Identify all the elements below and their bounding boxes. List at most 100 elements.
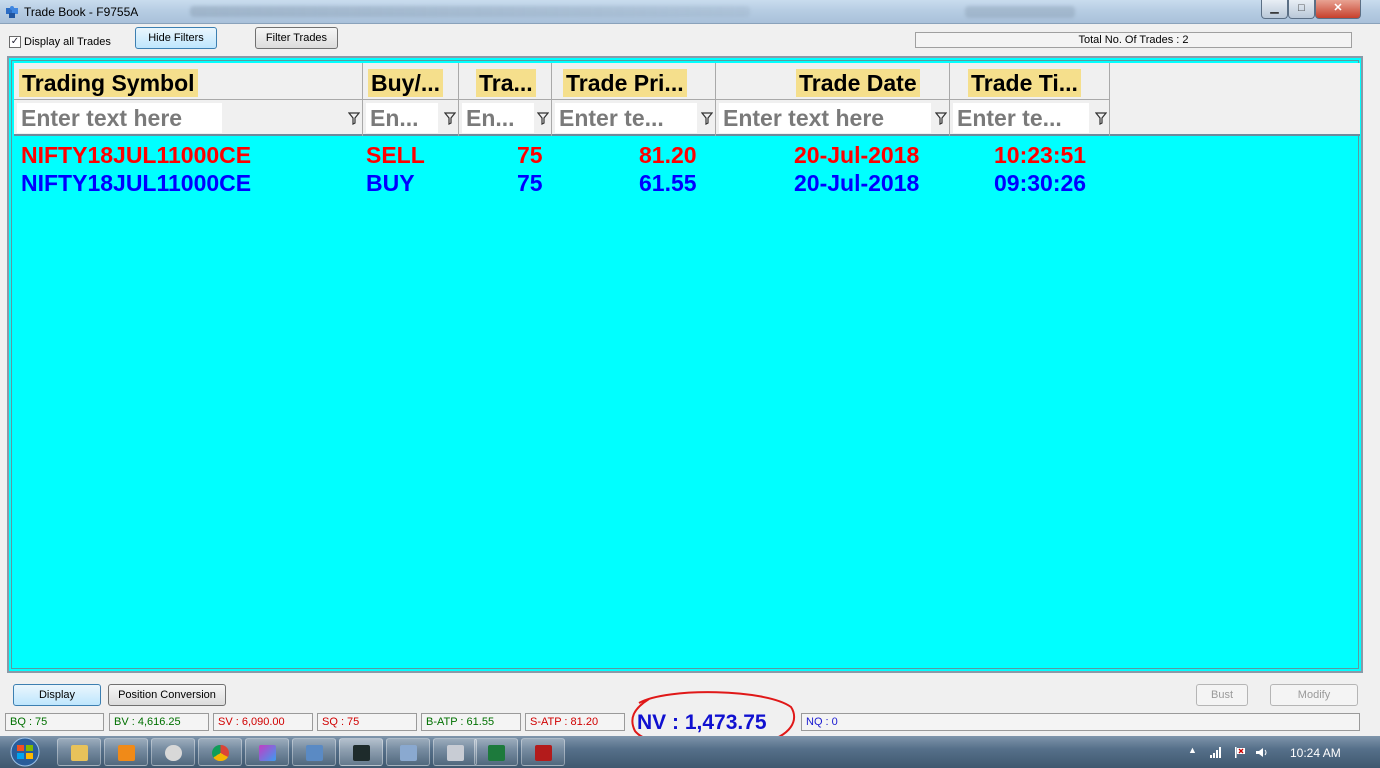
- column-header-label: Tra...: [476, 69, 536, 97]
- triangle-app-icon: [259, 745, 276, 761]
- bust-button[interactable]: Bust: [1196, 684, 1248, 706]
- filter-input-trade-time[interactable]: Enter te...: [953, 103, 1089, 133]
- taskbar-app[interactable]: [245, 738, 289, 766]
- display-button[interactable]: Display: [13, 684, 101, 706]
- system-tray: ▲ 10:24 AM: [1182, 736, 1380, 768]
- title-bar: Trade Book - F9755A ▁ □ ✕: [0, 0, 1380, 24]
- toolbar: ✓ Display all Trades Hide Filters Filter…: [0, 24, 1380, 57]
- volume-icon[interactable]: [1256, 747, 1268, 758]
- table-row[interactable]: NIFTY18JUL11000CE SELL 75 81.20 20-Jul-2…: [14, 141, 1360, 169]
- cell-trade-time: 10:23:51: [994, 142, 1087, 168]
- filter-cell-trading-symbol: Enter text here: [14, 100, 363, 136]
- status-s-atp: S-ATP : 81.20: [525, 713, 625, 731]
- taskbar-app[interactable]: [292, 738, 336, 766]
- excel-icon: [488, 745, 505, 761]
- column-header-trade-time[interactable]: Trade Ti...: [950, 63, 1110, 100]
- taskbar-calculator[interactable]: [433, 738, 477, 766]
- funnel-icon[interactable]: [444, 111, 456, 125]
- media-player-icon: [118, 745, 135, 761]
- filter-trades-button[interactable]: Filter Trades: [255, 27, 338, 49]
- taskbar-trading-app[interactable]: [339, 738, 383, 766]
- status-bv: BV : 4,616.25: [109, 713, 209, 731]
- filter-cell-buy-sell: En...: [363, 100, 459, 136]
- taskbar-excel[interactable]: [474, 738, 518, 766]
- cell-trade-price: 61.55: [639, 170, 697, 196]
- trading-chart-icon: [353, 745, 370, 761]
- window-title: Trade Book - F9755A: [24, 5, 139, 19]
- pdf-icon: [535, 745, 552, 761]
- column-header-row: Trading Symbol Buy/... Tra... Trade Pri.…: [14, 63, 1360, 100]
- status-nq: NQ : 0: [801, 713, 1360, 731]
- filter-input-trade-date[interactable]: Enter text here: [719, 103, 931, 133]
- cell-trade-date: 20-Jul-2018: [794, 170, 920, 196]
- taskbar-media-player[interactable]: [104, 738, 148, 766]
- filter-cell-trade-time: Enter te...: [950, 100, 1110, 136]
- background-window-title-blur: [190, 6, 750, 17]
- cell-trade-price: 81.20: [639, 142, 697, 168]
- background-window-title-blur: [965, 6, 1075, 18]
- column-header-trade-date[interactable]: Trade Date: [716, 63, 950, 100]
- filter-input-buy-sell[interactable]: En...: [366, 103, 438, 133]
- display-all-trades-label: Display all Trades: [24, 36, 111, 48]
- taskbar-acrobat[interactable]: [521, 738, 565, 766]
- filter-cell-trade-price: Enter te...: [552, 100, 716, 136]
- table-row[interactable]: NIFTY18JUL11000CE BUY 75 61.55 20-Jul-20…: [14, 169, 1360, 197]
- filter-cell-trade-qty: En...: [459, 100, 552, 136]
- action-center-flag-icon[interactable]: [1234, 747, 1246, 758]
- funnel-icon[interactable]: [537, 111, 549, 125]
- taskbar-app[interactable]: [386, 738, 430, 766]
- folder-icon: [71, 745, 88, 761]
- funnel-icon[interactable]: [935, 111, 947, 125]
- cell-buy-sell: SELL: [366, 142, 425, 168]
- network-signal-icon[interactable]: [1210, 747, 1222, 758]
- taskbar-explorer[interactable]: [57, 738, 101, 766]
- cell-trade-qty: 75: [517, 142, 543, 168]
- cell-trade-date: 20-Jul-2018: [794, 142, 920, 168]
- column-header-label: Buy/...: [368, 69, 444, 97]
- filter-input-trade-qty[interactable]: En...: [462, 103, 534, 133]
- filter-input-trading-symbol[interactable]: Enter text here: [17, 103, 222, 133]
- cell-trade-qty: 75: [517, 170, 543, 196]
- taskbar-chrome[interactable]: [198, 738, 242, 766]
- maximize-button[interactable]: □: [1288, 0, 1315, 19]
- taskbar: ▲ 10:24 AM: [0, 736, 1380, 768]
- show-hidden-icons-icon[interactable]: ▲: [1188, 745, 1200, 756]
- status-sv: SV : 6,090.00: [213, 713, 313, 731]
- column-header-trading-symbol[interactable]: Trading Symbol: [14, 63, 363, 100]
- position-conversion-button[interactable]: Position Conversion: [108, 684, 226, 706]
- column-header-label: Trade Date: [796, 69, 920, 97]
- status-sq: SQ : 75: [317, 713, 417, 731]
- window-app-icon: [400, 745, 417, 761]
- funnel-icon[interactable]: [701, 111, 713, 125]
- trade-grid-body: Trading Symbol Buy/... Tra... Trade Pri.…: [11, 60, 1360, 669]
- column-header-label: Trade Ti...: [968, 69, 1081, 97]
- calculator-icon: [447, 745, 464, 761]
- modify-button[interactable]: Modify: [1270, 684, 1358, 706]
- taskbar-app[interactable]: [151, 738, 195, 766]
- lifebuoy-icon: [165, 745, 182, 761]
- total-trades-count: Total No. Of Trades : 2: [915, 32, 1352, 48]
- network-app-icon: [306, 745, 323, 761]
- windows-start-icon[interactable]: [4, 737, 46, 767]
- column-header-buy-sell[interactable]: Buy/...: [363, 63, 459, 100]
- trade-grid: Trading Symbol Buy/... Tra... Trade Pri.…: [7, 56, 1363, 673]
- column-header-trade-price[interactable]: Trade Pri...: [552, 63, 716, 100]
- cell-buy-sell: BUY: [366, 170, 415, 196]
- status-b-atp: B-ATP : 61.55: [421, 713, 521, 731]
- display-all-trades-checkbox[interactable]: ✓: [9, 36, 21, 48]
- filter-row: Enter text here En... En... Enter te... …: [14, 100, 1360, 136]
- status-bq: BQ : 75: [5, 713, 104, 731]
- filter-input-trade-price[interactable]: Enter te...: [555, 103, 697, 133]
- cell-trading-symbol: NIFTY18JUL11000CE: [21, 142, 252, 168]
- column-header-trade-qty[interactable]: Tra...: [459, 63, 552, 100]
- minimize-button[interactable]: ▁: [1261, 0, 1288, 19]
- funnel-icon[interactable]: [1095, 111, 1107, 125]
- cell-trading-symbol: NIFTY18JUL11000CE: [21, 170, 252, 196]
- hide-filters-button[interactable]: Hide Filters: [135, 27, 217, 49]
- funnel-icon[interactable]: [348, 111, 360, 125]
- column-header-label: Trade Pri...: [563, 69, 687, 97]
- close-button[interactable]: ✕: [1315, 0, 1361, 19]
- cell-trade-time: 09:30:26: [994, 170, 1087, 196]
- clock[interactable]: 10:24 AM: [1290, 746, 1341, 760]
- display-all-trades-toggle[interactable]: ✓ Display all Trades: [9, 36, 111, 48]
